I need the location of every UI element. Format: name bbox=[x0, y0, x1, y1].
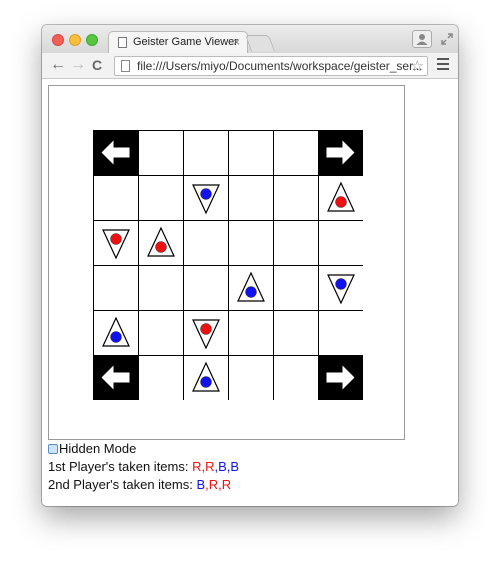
board-cell bbox=[183, 130, 229, 176]
board-cell bbox=[138, 355, 184, 400]
board-cell bbox=[138, 265, 184, 311]
page-icon bbox=[118, 37, 127, 48]
hidden-mode-label: Hidden Mode bbox=[59, 441, 137, 456]
zoom-window-button[interactable] bbox=[86, 34, 98, 46]
reload-button[interactable]: C bbox=[92, 57, 102, 73]
blue-ghost-marker bbox=[110, 331, 122, 343]
board-cell bbox=[228, 220, 274, 266]
close-window-button[interactable] bbox=[52, 34, 64, 46]
board-cell bbox=[138, 175, 184, 221]
board-cell bbox=[183, 220, 229, 266]
browser-window: Geister Game Viewer × ← → C file:///User… bbox=[42, 25, 458, 506]
fullscreen-button[interactable] bbox=[438, 30, 456, 48]
url-text: file:///Users/miyo/Documents/workspace/g… bbox=[137, 59, 423, 73]
person-icon bbox=[416, 34, 428, 45]
player1-taken-row: 1st Player's taken items: R,R,B,B bbox=[48, 459, 239, 474]
board-cell bbox=[228, 310, 274, 356]
board-cell bbox=[273, 175, 319, 221]
board-cell bbox=[93, 175, 139, 221]
hidden-mode-checkbox[interactable] bbox=[48, 444, 58, 454]
blue-ghost-marker bbox=[335, 278, 347, 290]
board-cell bbox=[183, 265, 229, 311]
player2-taken-label: 2nd Player's taken items: bbox=[48, 477, 197, 492]
page-content: Hidden Mode 1st Player's taken items: R,… bbox=[42, 79, 458, 506]
blue-ghost-marker bbox=[200, 376, 212, 388]
board-cell bbox=[318, 220, 363, 266]
resize-icon bbox=[441, 33, 453, 45]
board-cell bbox=[273, 130, 319, 176]
red-ghost-marker bbox=[155, 241, 167, 253]
player1-taken-items: R,R,B,B bbox=[192, 459, 239, 474]
player2-taken-items: B,R,R bbox=[196, 477, 231, 492]
red-ghost-marker bbox=[335, 196, 347, 208]
profile-button[interactable] bbox=[412, 30, 432, 48]
player2-taken-item: B bbox=[196, 477, 206, 492]
back-button[interactable]: ← bbox=[50, 57, 66, 73]
tab-close-icon[interactable]: × bbox=[233, 35, 240, 49]
player1-taken-item: B bbox=[218, 459, 227, 474]
board-cell bbox=[228, 130, 274, 176]
bookmark-star-icon[interactable]: ☆ bbox=[411, 57, 424, 75]
board-cell bbox=[273, 310, 319, 356]
menu-button[interactable] bbox=[437, 58, 449, 72]
tab-title: Geister Game Viewer bbox=[133, 36, 238, 48]
player1-taken-label: 1st Player's taken items: bbox=[48, 459, 193, 474]
board-cell bbox=[273, 220, 319, 266]
board-cell bbox=[228, 175, 274, 221]
board-cell bbox=[318, 310, 363, 356]
player1-taken-item: B bbox=[230, 459, 240, 474]
player2-taken-row: 2nd Player's taken items: B,R,R bbox=[48, 477, 231, 492]
board-cell bbox=[138, 130, 184, 176]
board-cell bbox=[93, 265, 139, 311]
minimize-window-button[interactable] bbox=[69, 34, 81, 46]
blue-ghost-marker bbox=[200, 188, 212, 200]
player2-taken-item: R bbox=[208, 477, 219, 492]
game-board bbox=[93, 130, 363, 400]
browser-tab[interactable]: Geister Game Viewer × bbox=[108, 31, 248, 53]
red-ghost-marker bbox=[110, 233, 122, 245]
hidden-mode-row: Hidden Mode bbox=[48, 441, 136, 456]
board-cell bbox=[273, 355, 319, 400]
red-ghost-marker bbox=[200, 323, 212, 335]
forward-button[interactable]: → bbox=[70, 57, 86, 73]
player2-taken-item: R bbox=[221, 477, 232, 492]
new-tab-button[interactable] bbox=[245, 35, 275, 51]
board-canvas bbox=[48, 85, 405, 440]
blue-ghost-marker bbox=[245, 286, 257, 298]
board-cell bbox=[273, 265, 319, 311]
title-bar: Geister Game Viewer × bbox=[42, 25, 458, 53]
player1-taken-item: R bbox=[205, 459, 215, 474]
browser-toolbar: ← → C file:///Users/miyo/Documents/works… bbox=[42, 53, 458, 79]
address-bar[interactable]: file:///Users/miyo/Documents/workspace/g… bbox=[114, 56, 428, 76]
file-icon bbox=[121, 60, 130, 72]
board-cell bbox=[138, 310, 184, 356]
board-cell bbox=[228, 355, 274, 400]
